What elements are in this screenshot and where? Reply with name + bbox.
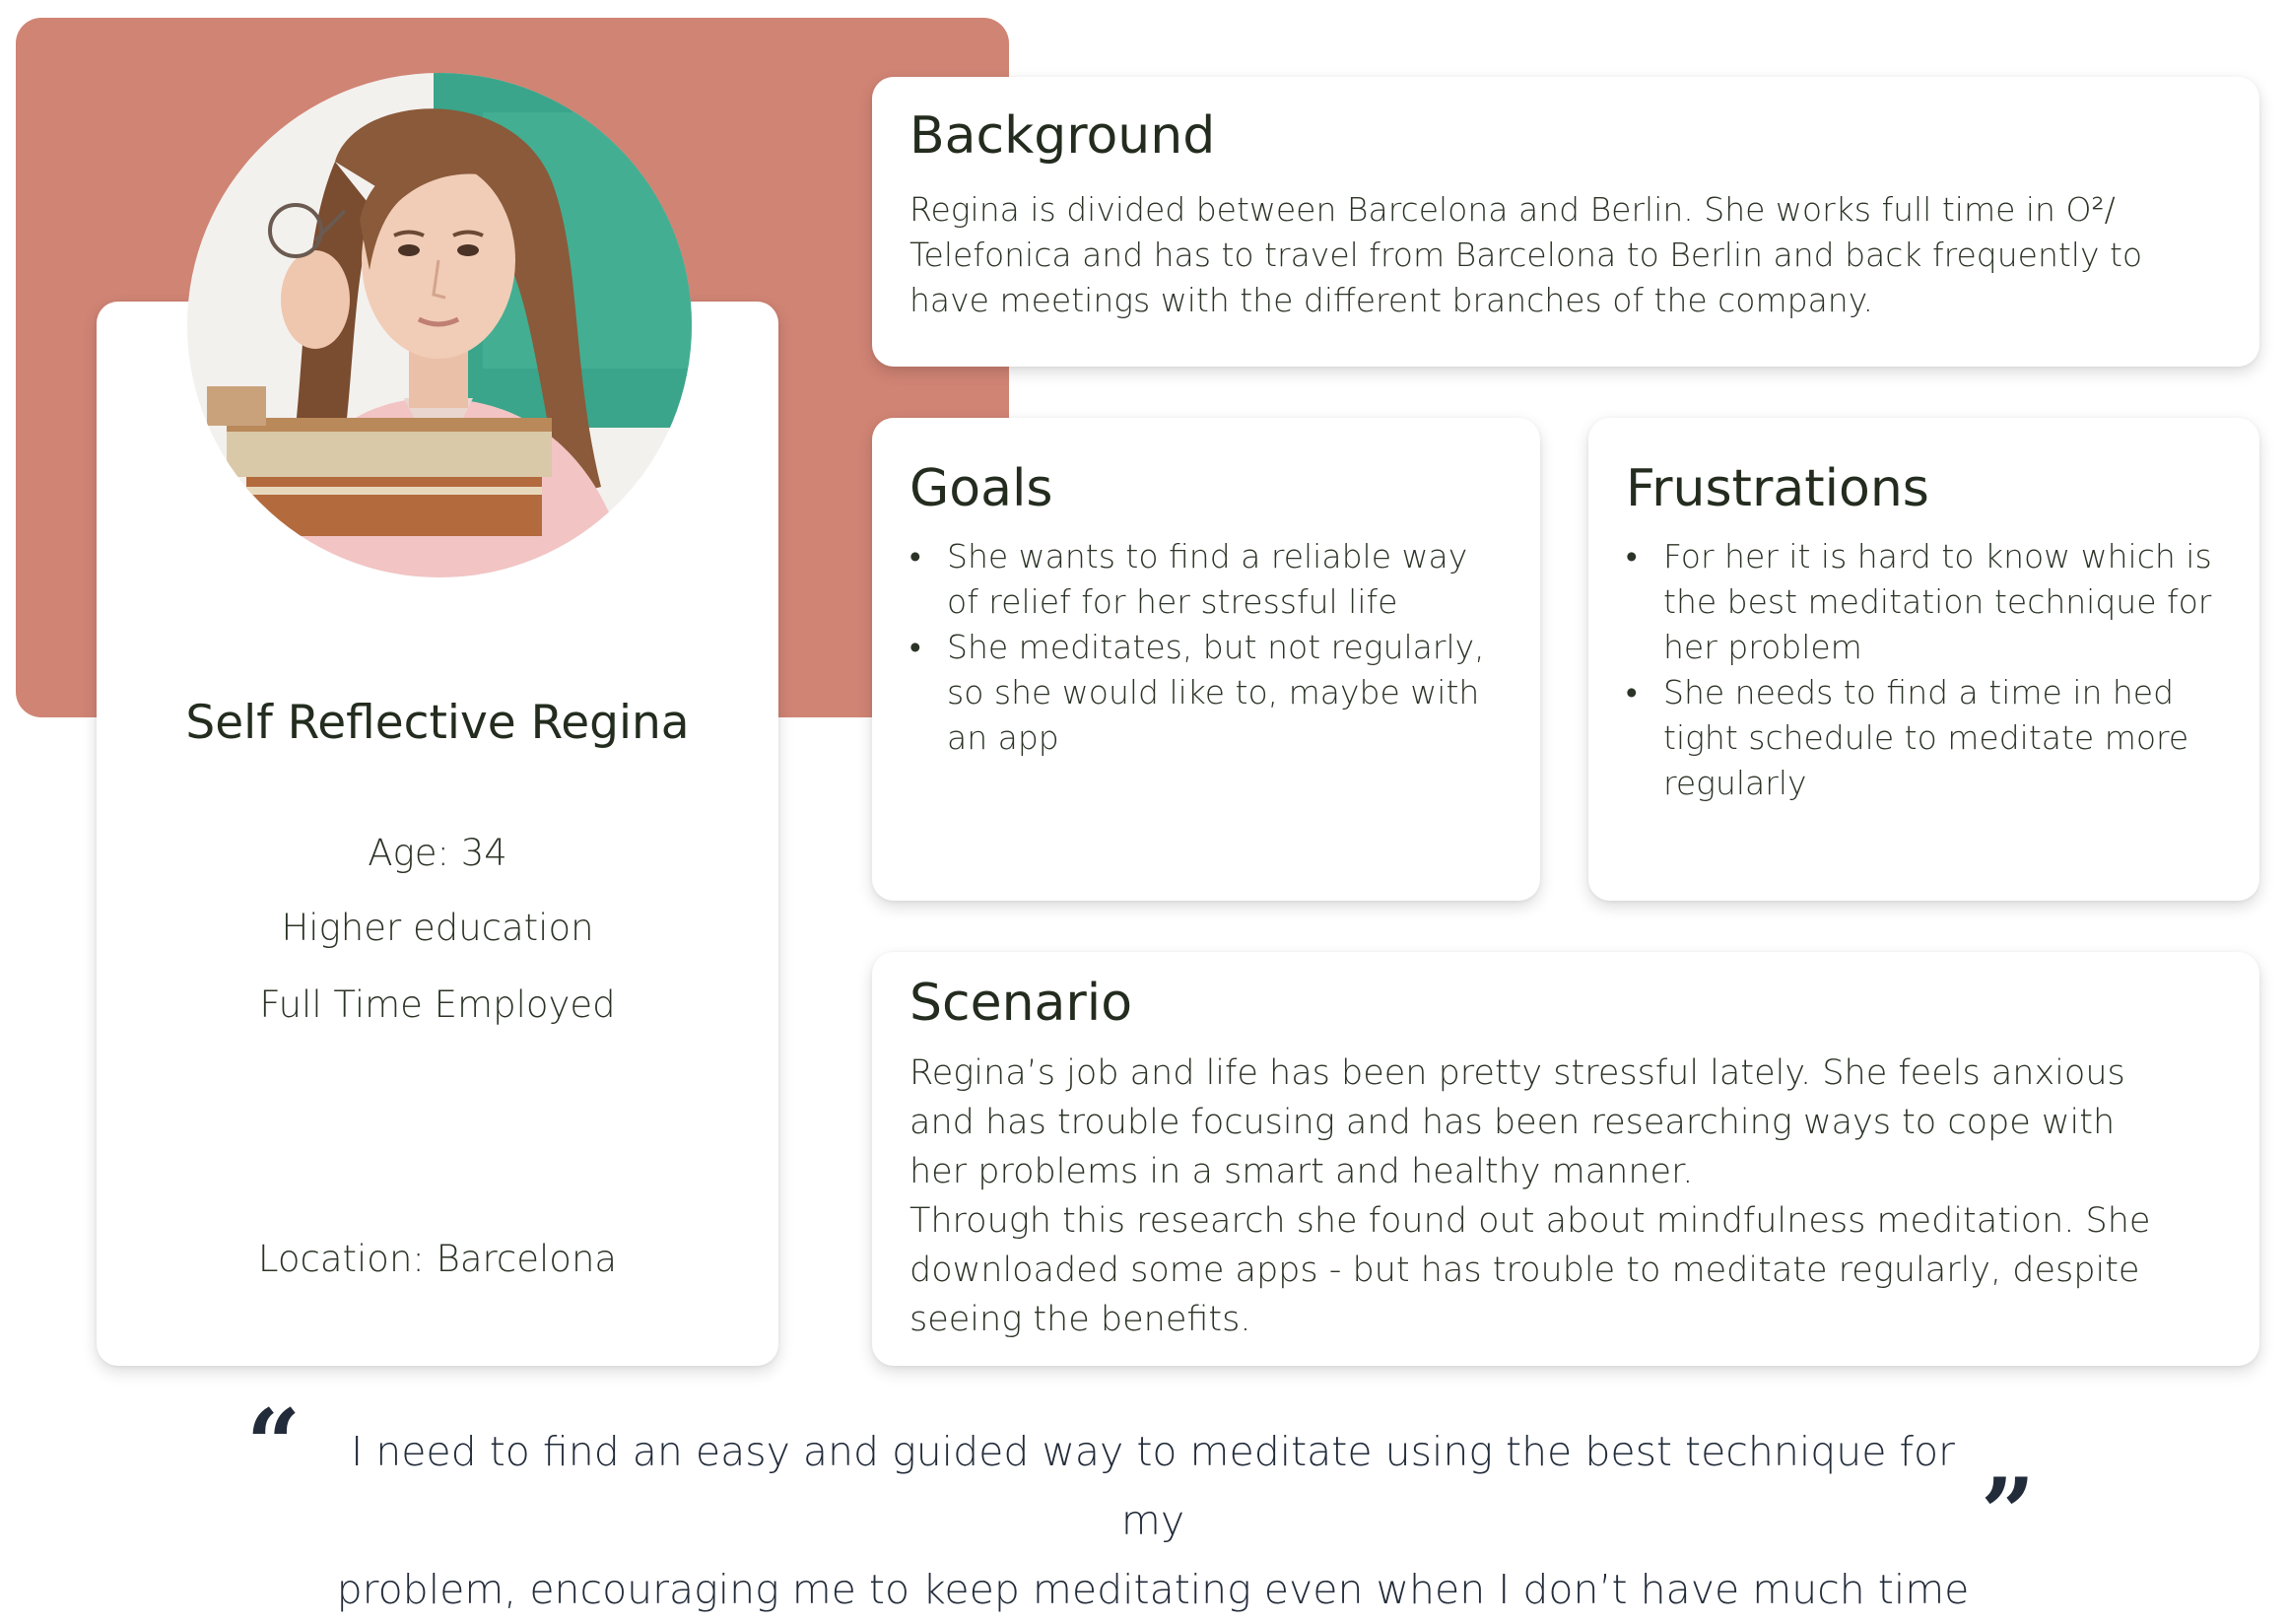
persona-photo-avatar: [187, 73, 692, 577]
frustrations-list: For her it is hard to know which isthe b…: [1626, 534, 2240, 806]
persona-location: Location: Barcelona: [257, 1238, 618, 1280]
scenario-line: seeing the benefits.: [909, 1300, 1251, 1339]
goals-card: Goals She wants to find a reliable wayof…: [872, 418, 1540, 901]
frustration-item: For her it is hard to know which isthe b…: [1626, 534, 2240, 670]
close-quote-icon: ”: [1981, 1457, 2036, 1569]
persona-name: Self Reflective Regina: [185, 696, 690, 750]
frustration-item: She needs to find a time in hedtight sch…: [1626, 670, 2240, 806]
persona-quote: I need to find an easy and guided way to…: [315, 1417, 1990, 1624]
background-line: have meetings with the different branche…: [909, 281, 1874, 319]
woman-portrait-icon: [187, 73, 692, 577]
goals-title: Goals: [909, 459, 1053, 518]
scenario-text: Regina’s job and life has been pretty st…: [909, 1049, 2150, 1344]
quote-line: I need to find an easy and guided way to…: [351, 1428, 1955, 1544]
scenario-title: Scenario: [909, 974, 1133, 1033]
scenario-line: Through this research she found out abou…: [909, 1201, 2151, 1241]
goal-item: She wants to find a reliable wayof relie…: [909, 534, 1520, 625]
background-line: Telefonica and has to travel from Barcel…: [909, 236, 2143, 274]
scenario-line: and has trouble focusing and has been re…: [909, 1103, 2116, 1142]
background-text: Regina is divided between Barcelona and …: [909, 187, 2142, 323]
background-title: Background: [909, 106, 1216, 166]
scenario-line: Regina’s job and life has been pretty st…: [909, 1053, 2125, 1093]
background-card: Background Regina is divided between Bar…: [872, 77, 2259, 367]
open-quote-icon: “: [246, 1388, 302, 1500]
scenario-card: Scenario Regina’s job and life has been …: [872, 952, 2259, 1366]
scenario-line: her problems in a smart and healthy mann…: [909, 1152, 1694, 1191]
persona-age: Age: 34: [368, 832, 507, 874]
persona-education: Higher education: [281, 907, 594, 949]
background-line: Regina is divided between Barcelona and …: [909, 190, 2116, 229]
persona-employment: Full Time Employed: [259, 983, 616, 1026]
frustrations-card: Frustrations For her it is hard to know …: [1588, 418, 2259, 901]
goals-list: She wants to find a reliable wayof relie…: [909, 534, 1520, 761]
scenario-line: downloaded some apps - but has trouble t…: [909, 1251, 2140, 1290]
quote-line: problem, encouraging me to keep meditati…: [336, 1566, 1970, 1613]
frustrations-title: Frustrations: [1626, 459, 1929, 518]
goal-item: She meditates, but not regularly,so she …: [909, 625, 1520, 761]
